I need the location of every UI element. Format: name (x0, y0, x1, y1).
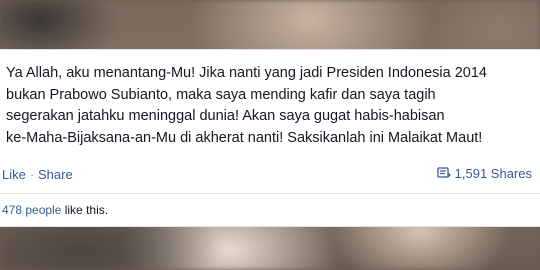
divider (0, 193, 540, 194)
like-link[interactable]: Like (2, 167, 26, 182)
action-separator: · (30, 167, 35, 182)
likes-suffix: like this. (61, 203, 109, 217)
post-card: Ya Allah, aku menantang-Mu! Jika nanti y… (0, 49, 540, 227)
likers-link[interactable]: 478 people (2, 203, 61, 217)
share-link[interactable]: Share (38, 167, 73, 182)
shares-count: 1,591 Shares (454, 166, 532, 181)
likes-summary: 478 people like this. (2, 203, 108, 217)
post-actions-bar: Like · Share 1,591 Shares (0, 164, 540, 186)
share-count-icon (437, 167, 451, 180)
post-text: Ya Allah, aku menantang-Mu! Jika nanti y… (6, 65, 487, 146)
shares-count-button[interactable]: 1,591 Shares (437, 166, 532, 181)
